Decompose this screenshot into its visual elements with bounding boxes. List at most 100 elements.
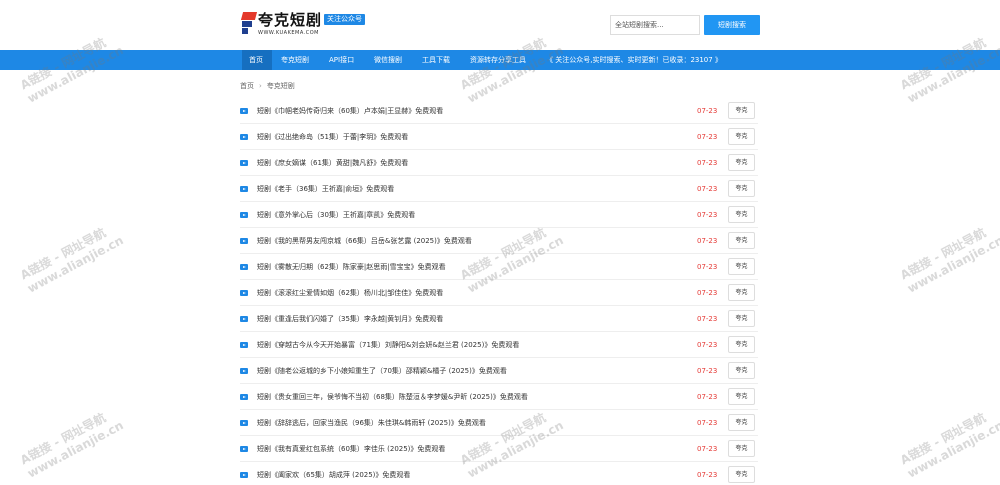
nav-item-short-drama[interactable]: 夸克短剧 — [281, 50, 309, 70]
list-item: 短剧《庶女嫡谋（61集）黄甜|魏凡舒》免费观看 07-23 夸克 — [240, 150, 758, 176]
drama-title-link[interactable]: 短剧《意外掌心后（30集）王祈嘉|章凯》免费观看 — [257, 210, 415, 220]
video-icon — [240, 160, 248, 166]
quark-button[interactable]: 夸克 — [728, 258, 755, 275]
post-date: 07-23 — [697, 341, 718, 349]
breadcrumb-current: 夸克短剧 — [266, 82, 295, 90]
drama-title-link[interactable]: 短剧《贵女重回三年，侯爷悔不当初（68集）陈楚洹＆李梦媛&尹昕 (2025)》免… — [257, 392, 528, 402]
drama-title-link[interactable]: 短剧《雾散无归期（62集）陈家豪|赵思雨|雪宝宝》免费观看 — [257, 262, 446, 272]
watermark: A链接 - 网址导航 www.alianjie.cn — [18, 410, 126, 481]
video-icon — [240, 368, 248, 374]
logo-title: 夸克短剧 — [258, 11, 323, 29]
nav-item-follow-notice[interactable]: 《 关注公众号,实时搜索、实时更新！已收录：23107 》 — [546, 50, 722, 70]
list-item: 短剧《滚滚红尘爱情如烟（62集）杨川北|邹佳佳》免费观看 07-23 夸克 — [240, 280, 758, 306]
search-input[interactable] — [610, 15, 700, 35]
drama-list: 短剧《巾帼老妈传奇归来（60集）卢本娟|王显赫》免费观看 07-23 夸克 短剧《过… — [240, 98, 758, 485]
video-icon — [240, 342, 248, 348]
drama-title-link[interactable]: 短剧《庶女嫡谋（61集）黄甜|魏凡舒》免费观看 — [257, 158, 408, 168]
post-date: 07-23 — [697, 263, 718, 271]
follow-badge[interactable]: 关注公众号 — [324, 14, 365, 25]
video-icon — [240, 394, 248, 400]
quark-button[interactable]: 夸克 — [728, 310, 755, 327]
post-date: 07-23 — [697, 419, 718, 427]
post-date: 07-23 — [697, 315, 718, 323]
post-date: 07-23 — [697, 471, 718, 479]
quark-button[interactable]: 夸克 — [728, 336, 755, 353]
quark-button[interactable]: 夸克 — [728, 414, 755, 431]
breadcrumb-separator: › — [259, 82, 262, 90]
video-icon — [240, 108, 248, 114]
drama-title-link[interactable]: 短剧《阖家欢（65集）胡成萍 (2025)》免费观看 — [257, 470, 410, 480]
drama-title-link[interactable]: 短剧《穿越古今从今天开始暴富（71集）刘静阳&刘会妍&赵兰君 (2025)》免费… — [257, 340, 519, 350]
list-item: 短剧《老手（36集）王祈嘉|俞垣》免费观看 07-23 夸克 — [240, 176, 758, 202]
video-icon — [240, 238, 248, 244]
list-item: 短剧《过出绝命岛（51集）于蕾|李玥》免费观看 07-23 夸克 — [240, 124, 758, 150]
quark-button[interactable]: 夸克 — [728, 102, 755, 119]
video-icon — [240, 186, 248, 192]
drama-title-link[interactable]: 短剧《巾帼老妈传奇归来（60集）卢本娟|王显赫》免费观看 — [257, 106, 443, 116]
post-date: 07-23 — [697, 133, 718, 141]
list-item: 短剧《意外掌心后（30集）王祈嘉|章凯》免费观看 07-23 夸克 — [240, 202, 758, 228]
watermark: A链接 - 网址导航 www.alianjie.cn — [898, 225, 1000, 296]
breadcrumb-home[interactable]: 首页 — [240, 82, 254, 90]
post-date: 07-23 — [697, 367, 718, 375]
drama-title-link[interactable]: 短剧《辞辞逃后，回家当渔民（96集）朱佳琪&韩雨轩 (2025)》免费观看 — [257, 418, 486, 428]
logo-mark-icon — [240, 12, 258, 34]
nav-item-wechat-search[interactable]: 微信搜剧 — [374, 50, 402, 70]
video-icon — [240, 316, 248, 322]
drama-title-link[interactable]: 短剧《我的黑帮男友闯京城（66集）吕岳&张艺露 (2025)》免费观看 — [257, 236, 472, 246]
video-icon — [240, 446, 248, 452]
post-date: 07-23 — [697, 237, 718, 245]
drama-title-link[interactable]: 短剧《滚滚红尘爱情如烟（62集）杨川北|邹佳佳》免费观看 — [257, 288, 443, 298]
video-icon — [240, 472, 248, 478]
video-icon — [240, 290, 248, 296]
post-date: 07-23 — [697, 159, 718, 167]
site-header: 夸克短剧 WWW.KUAKEMA.COM 关注公众号 短剧搜索 — [0, 0, 1000, 50]
post-date: 07-23 — [697, 393, 718, 401]
site-logo[interactable]: 夸克短剧 WWW.KUAKEMA.COM 关注公众号 — [240, 10, 382, 40]
quark-button[interactable]: 夸克 — [728, 284, 755, 301]
video-icon — [240, 134, 248, 140]
nav-item-share-tool[interactable]: 资源转存分享工具 — [470, 50, 526, 70]
breadcrumb: 首页 › 夸克短剧 — [240, 81, 295, 91]
list-item: 短剧《贵女重回三年，侯爷悔不当初（68集）陈楚洹＆李梦媛&尹昕 (2025)》免… — [240, 384, 758, 410]
list-item: 短剧《雾散无归期（62集）陈家豪|赵思雨|雪宝宝》免费观看 07-23 夸克 — [240, 254, 758, 280]
nav-item-home[interactable]: 首页 — [242, 50, 272, 70]
quark-button[interactable]: 夸克 — [728, 180, 755, 197]
drama-title-link[interactable]: 短剧《重逢后我们闪婚了（35集）李永越|黄钊月》免费观看 — [257, 314, 443, 324]
post-date: 07-23 — [697, 445, 718, 453]
quark-button[interactable]: 夸克 — [728, 388, 755, 405]
watermark: A链接 - 网址导航 www.alianjie.cn — [898, 410, 1000, 481]
list-item: 短剧《辞辞逃后，回家当渔民（96集）朱佳琪&韩雨轩 (2025)》免费观看 07-… — [240, 410, 758, 436]
quark-button[interactable]: 夸克 — [728, 154, 755, 171]
list-item: 短剧《我有真爱红包系统（60集）李佳乐 (2025)》免费观看 07-23 夸克 — [240, 436, 758, 462]
video-icon — [240, 212, 248, 218]
drama-title-link[interactable]: 短剧《我有真爱红包系统（60集）李佳乐 (2025)》免费观看 — [257, 444, 445, 454]
quark-button[interactable]: 夸克 — [728, 128, 755, 145]
list-item: 短剧《巾帼老妈传奇归来（60集）卢本娟|王显赫》免费观看 07-23 夸克 — [240, 98, 758, 124]
list-item: 短剧《阖家欢（65集）胡成萍 (2025)》免费观看 07-23 夸克 — [240, 462, 758, 485]
watermark: A链接 - 网址导航 www.alianjie.cn — [18, 225, 126, 296]
search-button[interactable]: 短剧搜索 — [704, 15, 760, 35]
list-item: 短剧《我的黑帮男友闯京城（66集）吕岳&张艺露 (2025)》免费观看 07-23… — [240, 228, 758, 254]
nav-item-tool-download[interactable]: 工具下载 — [422, 50, 450, 70]
list-item: 短剧《随老公返城的乡下小娘知重生了（70集）邵精颖&橘子 (2025)》免费观看… — [240, 358, 758, 384]
quark-button[interactable]: 夸克 — [728, 362, 755, 379]
post-date: 07-23 — [697, 185, 718, 193]
drama-title-link[interactable]: 短剧《随老公返城的乡下小娘知重生了（70集）邵精颖&橘子 (2025)》免费观看 — [257, 366, 507, 376]
video-icon — [240, 264, 248, 270]
main-nav: 首页 夸克短剧 API接口 微信搜剧 工具下载 资源转存分享工具 《 关注公众号… — [0, 50, 1000, 70]
list-item: 短剧《穿越古今从今天开始暴富（71集）刘静阳&刘会妍&赵兰君 (2025)》免费… — [240, 332, 758, 358]
drama-title-link[interactable]: 短剧《老手（36集）王祈嘉|俞垣》免费观看 — [257, 184, 394, 194]
quark-button[interactable]: 夸克 — [728, 232, 755, 249]
nav-item-api[interactable]: API接口 — [329, 50, 354, 70]
post-date: 07-23 — [697, 289, 718, 297]
quark-button[interactable]: 夸克 — [728, 466, 755, 483]
post-date: 07-23 — [697, 107, 718, 115]
post-date: 07-23 — [697, 211, 718, 219]
quark-button[interactable]: 夸克 — [728, 440, 755, 457]
list-item: 短剧《重逢后我们闪婚了（35集）李永越|黄钊月》免费观看 07-23 夸克 — [240, 306, 758, 332]
video-icon — [240, 420, 248, 426]
logo-subtitle: WWW.KUAKEMA.COM — [258, 30, 319, 36]
drama-title-link[interactable]: 短剧《过出绝命岛（51集）于蕾|李玥》免费观看 — [257, 132, 408, 142]
quark-button[interactable]: 夸克 — [728, 206, 755, 223]
